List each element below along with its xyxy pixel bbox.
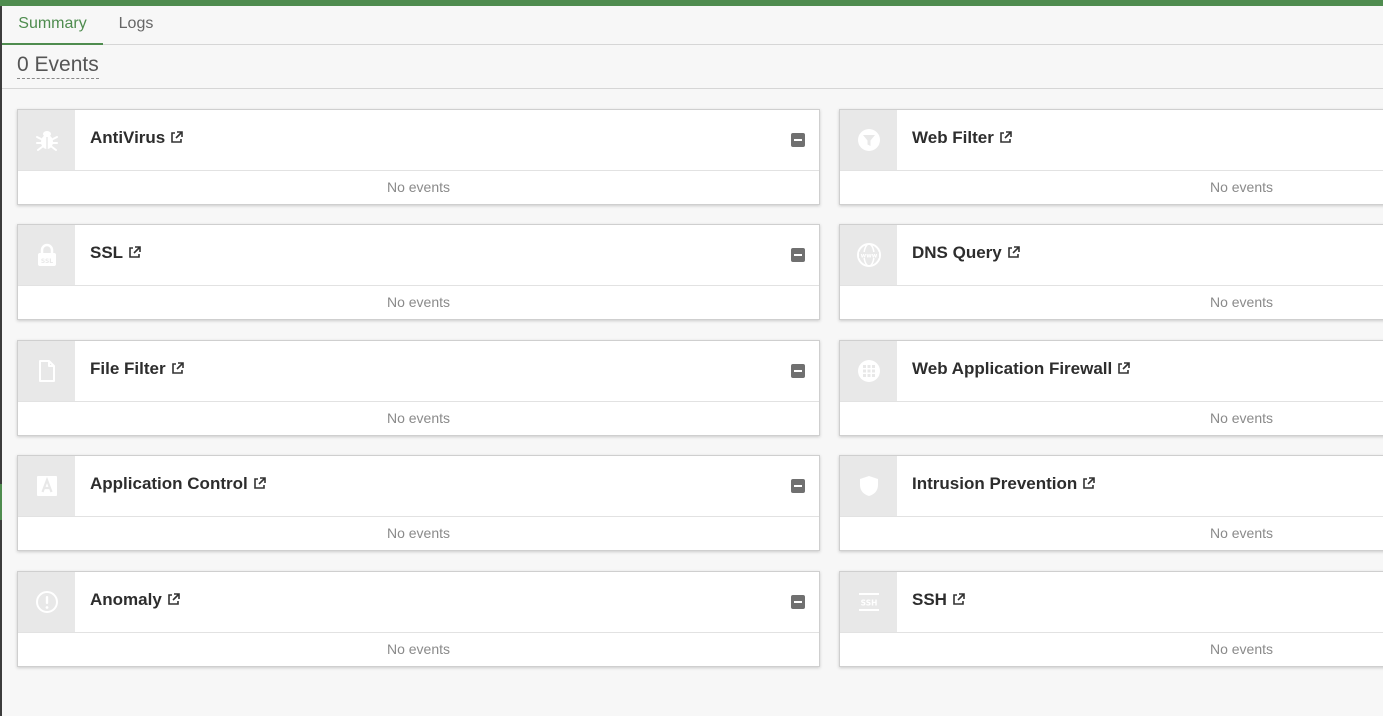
external-link-icon[interactable] xyxy=(1082,477,1096,490)
ssl-lock-icon: SSL xyxy=(37,243,56,266)
icon-box: SSH xyxy=(840,572,897,632)
collapse-button[interactable] xyxy=(791,364,805,378)
icon-box xyxy=(18,456,75,516)
card-body-text: No events xyxy=(386,410,451,426)
icon-box xyxy=(18,110,75,170)
icon-box xyxy=(18,572,75,632)
exclamation-circle-icon xyxy=(35,591,58,613)
external-link-icon[interactable] xyxy=(1117,362,1131,375)
card-title[interactable]: AntiVirus xyxy=(90,128,184,148)
icon-box: www xyxy=(840,225,897,285)
card-application-control: Application Control No events xyxy=(17,455,820,551)
external-link-icon[interactable] xyxy=(253,477,266,490)
card-title[interactable]: Application Control xyxy=(90,474,266,494)
card-title[interactable]: Web Filter xyxy=(912,128,1012,148)
card-file-filter: File Filter No events xyxy=(17,340,820,436)
events-count-title[interactable]: 0 Events xyxy=(17,53,99,79)
card-body-text: No events xyxy=(386,179,451,195)
collapse-button[interactable] xyxy=(791,595,805,609)
card-anomaly: Anomaly No events xyxy=(17,571,820,667)
card-body-text: No events xyxy=(1209,179,1274,195)
card-title[interactable]: SSH xyxy=(912,590,965,610)
external-link-icon[interactable] xyxy=(170,131,184,144)
external-link-icon[interactable] xyxy=(1007,246,1020,259)
tab-summary[interactable]: Summary xyxy=(2,6,103,45)
www-globe-icon: www xyxy=(856,243,881,267)
card-title[interactable]: File Filter xyxy=(90,359,184,379)
icon-box xyxy=(840,110,897,170)
card-title[interactable]: SSL xyxy=(90,243,141,263)
filter-icon xyxy=(857,129,880,151)
collapse-button[interactable] xyxy=(791,133,805,147)
card-body-text: No events xyxy=(386,294,451,310)
events-bar: 0 Events xyxy=(2,45,1383,89)
card-body-text: No events xyxy=(386,525,451,541)
external-link-icon[interactable] xyxy=(999,131,1012,144)
external-link-icon[interactable] xyxy=(952,593,965,606)
card-body-text: No events xyxy=(1209,641,1274,657)
collapse-button[interactable] xyxy=(791,479,805,493)
shield-icon xyxy=(859,476,878,496)
ssh-icon: SSH xyxy=(858,593,879,611)
external-link-icon[interactable] xyxy=(128,246,141,259)
left-edge xyxy=(0,6,2,716)
card-intrusion-prevention: Intrusion Prevention No events xyxy=(839,455,1383,551)
card-body-text: No events xyxy=(386,641,451,657)
card-antivirus: AntiVirus No events xyxy=(17,109,820,205)
waf-grid-icon xyxy=(857,360,880,382)
card-web-filter: Web Filter No events xyxy=(839,109,1383,205)
card-body-text: No events xyxy=(1209,294,1274,310)
svg-text:SSH: SSH xyxy=(860,599,877,608)
icon-box xyxy=(840,456,897,516)
card-title[interactable]: DNS Query xyxy=(912,243,1020,263)
external-link-icon[interactable] xyxy=(171,362,184,375)
card-ssh: SSH SSH No events xyxy=(839,571,1383,667)
card-title[interactable]: Web Application Firewall xyxy=(912,359,1131,379)
icon-box xyxy=(840,341,897,401)
tab-logs[interactable]: Logs xyxy=(103,6,169,45)
collapse-button[interactable] xyxy=(791,248,805,262)
svg-text:www: www xyxy=(860,253,877,260)
icon-box: SSL xyxy=(18,225,75,285)
file-icon xyxy=(38,360,55,382)
external-link-icon[interactable] xyxy=(167,593,180,606)
card-web-application-firewall: Web Application Firewall No events xyxy=(839,340,1383,436)
svg-text:SSL: SSL xyxy=(40,258,52,265)
left-edge-accent xyxy=(0,484,2,520)
card-body-text: No events xyxy=(1209,410,1274,426)
card-ssl: SSL SSL No events xyxy=(17,224,820,320)
card-title[interactable]: Anomaly xyxy=(90,590,180,610)
card-dns-query: www DNS Query No events xyxy=(839,224,1383,320)
bug-icon xyxy=(35,131,58,151)
icon-box xyxy=(18,341,75,401)
app-a-icon xyxy=(36,476,57,496)
card-body-text: No events xyxy=(1209,525,1274,541)
card-title[interactable]: Intrusion Prevention xyxy=(912,474,1096,494)
tab-bar: Summary Logs xyxy=(2,6,1383,45)
